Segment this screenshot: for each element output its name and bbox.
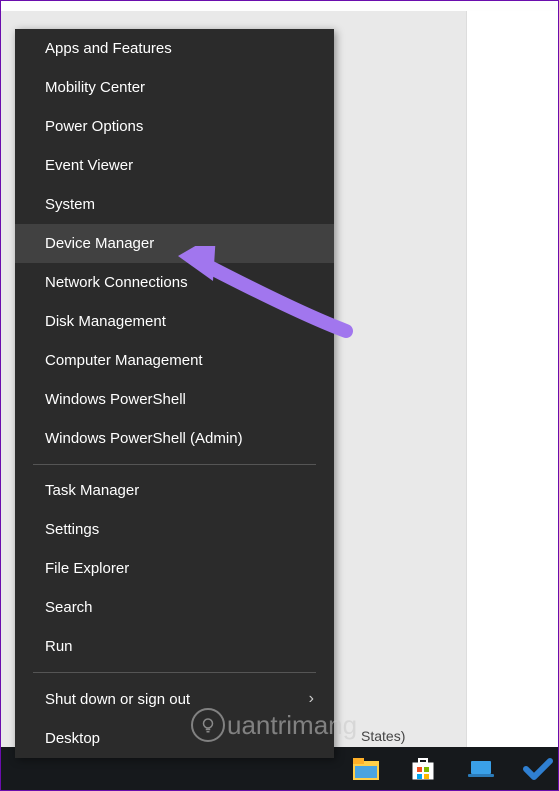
microsoft-store-icon[interactable] [404,749,444,789]
menu-item-windows-powershell-admin[interactable]: Windows PowerShell (Admin) [15,419,334,458]
menu-item-network-connections[interactable]: Network Connections [15,263,334,302]
menu-item-label: Network Connections [45,274,188,291]
menu-item-label: System [45,196,95,213]
menu-item-device-manager[interactable]: Device Manager [15,224,334,263]
menu-item-windows-powershell[interactable]: Windows PowerShell [15,380,334,419]
menu-item-task-manager[interactable]: Task Manager [15,471,334,510]
menu-item-search[interactable]: Search [15,588,334,627]
menu-item-power-options[interactable]: Power Options [15,107,334,146]
quick-link-menu[interactable]: Apps and Features Mobility Center Power Op… [15,29,334,758]
menu-item-label: Power Options [45,118,143,135]
menu-item-label: File Explorer [45,560,129,577]
menu-item-shut-down-or-sign-out[interactable]: Shut down or sign out › [15,679,334,719]
tasks-check-icon[interactable] [519,749,559,789]
menu-item-label: Apps and Features [45,40,172,57]
menu-item-label: Task Manager [45,482,139,499]
menu-item-label: Disk Management [45,313,166,330]
menu-separator [33,464,316,465]
menu-item-mobility-center[interactable]: Mobility Center [15,68,334,107]
menu-item-computer-management[interactable]: Computer Management [15,341,334,380]
file-explorer-icon[interactable] [346,749,386,789]
menu-item-label: Device Manager [45,235,154,252]
menu-item-label: Shut down or sign out [45,691,190,708]
menu-item-label: Settings [45,521,99,538]
menu-item-desktop[interactable]: Desktop [15,719,334,758]
menu-item-label: Desktop [45,730,100,747]
menu-item-label: Mobility Center [45,79,145,96]
menu-item-event-viewer[interactable]: Event Viewer [15,146,334,185]
menu-item-label: Run [45,638,73,655]
menu-item-settings[interactable]: Settings [15,510,334,549]
menu-item-apps-and-features[interactable]: Apps and Features [15,29,334,68]
menu-item-system[interactable]: System [15,185,334,224]
menu-item-label: Computer Management [45,352,203,369]
laptop-icon[interactable] [461,749,501,789]
menu-item-label: Event Viewer [45,157,133,174]
right-panel [466,11,558,749]
window-title-bar [1,1,558,11]
menu-item-label: Search [45,599,93,616]
menu-item-disk-management[interactable]: Disk Management [15,302,334,341]
status-text: States) [361,728,405,744]
menu-separator [33,672,316,673]
chevron-right-icon: › [309,690,314,708]
menu-item-file-explorer[interactable]: File Explorer [15,549,334,588]
menu-item-run[interactable]: Run [15,627,334,666]
menu-item-label: Windows PowerShell [45,391,186,408]
menu-item-label: Windows PowerShell (Admin) [45,430,243,447]
